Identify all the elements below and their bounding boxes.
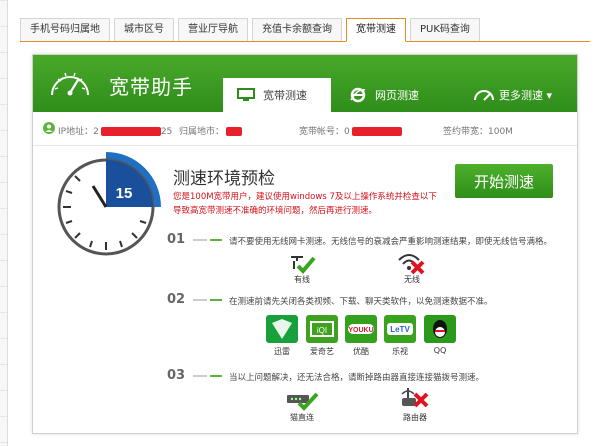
redaction-mark bbox=[226, 127, 243, 136]
router-label: 路由器 bbox=[403, 413, 427, 422]
ip-label: IP地址：2 bbox=[58, 127, 99, 137]
tab-broadband-speedtest[interactable]: 宽带测速 bbox=[346, 18, 406, 42]
qq-icon bbox=[424, 315, 456, 343]
brand-title: 宽带助手 bbox=[109, 75, 193, 99]
ie-browser-icon bbox=[350, 87, 366, 103]
step-dash-green bbox=[210, 375, 222, 377]
step-text: 请不要使用无线网卡测速。无线信号的衰减会严重影响测速结果，即使无线信号满格。 bbox=[229, 237, 553, 247]
letv-icon: LeTV bbox=[384, 315, 416, 343]
redaction-mark bbox=[100, 127, 161, 136]
router-x-icon bbox=[401, 388, 429, 408]
nav-more-speedtest[interactable]: 更多测速 ▾ bbox=[459, 78, 569, 112]
redaction-mark bbox=[351, 127, 402, 136]
wireless-label: 无线 bbox=[404, 275, 420, 284]
ip-address: IP地址：2 25 bbox=[58, 124, 172, 137]
step-dash-green bbox=[210, 239, 222, 241]
modem-label: 猫直连 bbox=[290, 413, 314, 422]
nav-broadband-speedtest[interactable]: 宽带测速 bbox=[223, 78, 331, 112]
user-icon bbox=[43, 122, 55, 134]
tab-puk-query[interactable]: PUK码查询 bbox=[410, 18, 480, 42]
svg-text:YOUKU: YOUKU bbox=[348, 327, 373, 334]
step-text: 当以上问题解决，还无法合格，请断掉路由器直接连接猫拨号测速。 bbox=[229, 373, 485, 383]
bandwidth: 签约带宽：100M bbox=[443, 127, 513, 137]
step-dash-green bbox=[210, 299, 222, 301]
xunlei-icon bbox=[266, 315, 298, 343]
step-dash bbox=[193, 239, 207, 241]
app-label: 乐视 bbox=[392, 347, 408, 356]
step-dash bbox=[193, 375, 207, 377]
iqiyi-icon: iQI bbox=[306, 315, 338, 343]
tab-recharge-query[interactable]: 充值卡余额查询 bbox=[252, 18, 342, 42]
modem-check-icon bbox=[287, 392, 319, 411]
svg-text:LeTV: LeTV bbox=[390, 325, 410, 334]
nav-label: 网页测速 bbox=[375, 89, 419, 102]
nav-web-speedtest[interactable]: 网页测速 bbox=[335, 78, 443, 112]
page: 手机号码归属地 城市区号 营业厅导航 充值卡余额查询 宽带测速 PUK码查询 宽… bbox=[0, 0, 600, 446]
youku-icon: YOUKU bbox=[345, 315, 377, 343]
tab-bar: 手机号码归属地 城市区号 营业厅导航 充值卡余额查询 宽带测速 PUK码查询 bbox=[20, 18, 484, 42]
clock-timer-icon: 15 bbox=[57, 152, 161, 256]
ip-tail: 25 bbox=[160, 127, 173, 137]
account: 宽带帐号：0 bbox=[299, 124, 402, 137]
nav-label: 宽带测速 bbox=[263, 89, 307, 102]
tab-city-code[interactable]: 城市区号 bbox=[114, 18, 174, 42]
step-dash bbox=[193, 299, 207, 301]
app-label: 爱奇艺 bbox=[310, 347, 334, 356]
gauge-logo-icon bbox=[51, 72, 89, 96]
precheck-title: 测速环境预检 bbox=[173, 169, 275, 189]
start-test-button[interactable]: 开始测速 bbox=[455, 164, 553, 198]
clock-number: 15 bbox=[116, 185, 133, 202]
step-text: 在测速前请先关闭各类视频、下载、聊天类软件，以免测速数据不准。 bbox=[229, 297, 493, 307]
info-bar: IP地址：2 25 归属地市： 宽带帐号：0 签约带宽：100M bbox=[33, 112, 577, 146]
app-label: QQ bbox=[433, 346, 447, 355]
tab-hall-nav[interactable]: 营业厅导航 bbox=[178, 18, 248, 42]
precheck-warning: 您是100M宽带用户，建议使用windows 7及以上操作系统并检查以下导致高宽… bbox=[173, 192, 437, 216]
precheck-area: 15 测速环境预检 您是100M宽带用户，建议使用windows 7及以上操作系… bbox=[33, 146, 577, 433]
account-label: 宽带帐号：0 bbox=[299, 127, 350, 137]
app-label: 迅雷 bbox=[274, 347, 290, 356]
tab-underline bbox=[20, 41, 590, 42]
step-number: 03 bbox=[167, 368, 186, 383]
step-number: 02 bbox=[167, 292, 186, 307]
nav-label: 更多测速 ▾ bbox=[499, 89, 553, 102]
tab-phone-location[interactable]: 手机号码归属地 bbox=[20, 18, 110, 42]
location-label: 归属地市： bbox=[179, 127, 225, 137]
step-number: 01 bbox=[167, 232, 186, 247]
svg-text:iQI: iQI bbox=[317, 326, 327, 335]
wired-label: 有线 bbox=[294, 275, 310, 284]
monitor-icon bbox=[237, 88, 255, 101]
location: 归属地市： bbox=[179, 124, 243, 137]
speed-meter-icon bbox=[474, 90, 494, 101]
wireless-x-icon bbox=[398, 254, 425, 275]
speedtest-panel: 宽带助手 宽带测速 网页测速 更多测速 ▾ IP地址：2 25 归属地市： 宽带… bbox=[32, 54, 578, 434]
app-label: 优酷 bbox=[353, 347, 369, 356]
panel-header: 宽带助手 宽带测速 网页测速 更多测速 ▾ bbox=[33, 55, 577, 112]
left-scroll-strip bbox=[0, 0, 8, 446]
wired-check-icon bbox=[291, 256, 316, 274]
